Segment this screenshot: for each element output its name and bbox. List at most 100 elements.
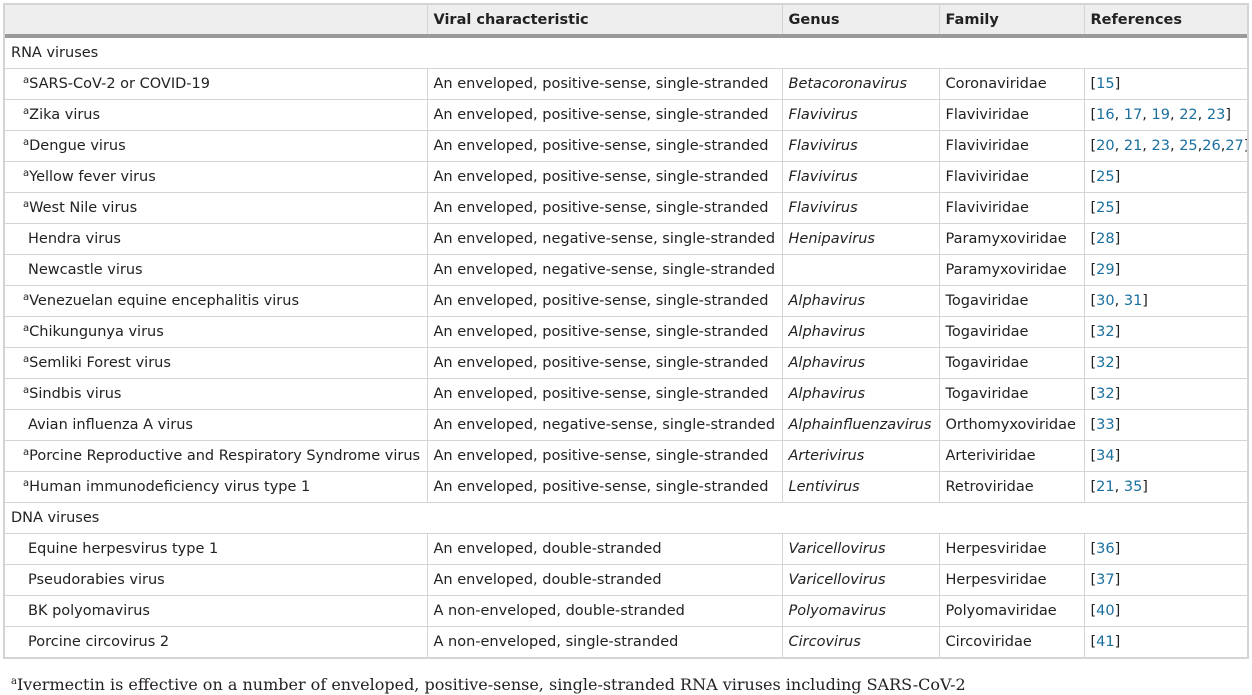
virus-name: Yellow fever virus [29, 169, 156, 185]
viral-characteristic-cell: An enveloped, negative-sense, single-str… [426, 409, 782, 441]
virus-table: Viral characteristic Genus Family Refere… [5, 5, 1247, 657]
family-cell: Circoviridae [938, 626, 1084, 657]
family-cell: Paramyxoviridae [938, 223, 1084, 255]
viral-characteristic-cell: A non-enveloped, single-stranded [426, 626, 782, 657]
viral-characteristic-cell: An enveloped, positive-sense, single-str… [426, 316, 782, 348]
references-cell: [28] [1083, 223, 1247, 255]
header-genus: Genus [781, 5, 939, 38]
table-row: aZika virus An enveloped, positive-sense,… [5, 99, 1247, 131]
reference-link[interactable]: 21 [1096, 479, 1114, 495]
reference-link[interactable]: 40 [1096, 603, 1114, 619]
virus-name-cell: aWest Nile virus [5, 192, 427, 224]
viral-characteristic-cell: An enveloped, double-stranded [426, 564, 782, 596]
family-cell: Flaviviridae [938, 161, 1084, 193]
genus-cell: Flavivirus [781, 130, 939, 162]
reference-link[interactable]: 33 [1096, 417, 1114, 433]
table-row: Avian influenza A virus An enveloped, neg… [5, 409, 1247, 441]
viral-characteristic-cell: An enveloped, positive-sense, single-str… [426, 99, 782, 131]
family-cell: Togaviridae [938, 347, 1084, 379]
reference-link[interactable]: 35 [1124, 479, 1142, 495]
reference-link[interactable]: 22 [1179, 107, 1197, 123]
viral-characteristic-cell: An enveloped, positive-sense, single-str… [426, 130, 782, 162]
reference-link[interactable]: 34 [1096, 448, 1114, 464]
virus-name: SARS-CoV-2 or COVID-19 [29, 76, 210, 92]
reference-link[interactable]: 17 [1124, 107, 1142, 123]
table-row: Pseudorabies virus An enveloped, double-s… [5, 564, 1247, 596]
table-row: aWest Nile virus An enveloped, positive-s… [5, 192, 1247, 224]
virus-name: Porcine circovirus 2 [28, 634, 170, 650]
genus-cell: Lentivirus [781, 471, 939, 503]
reference-link[interactable]: 16 [1096, 107, 1114, 123]
reference-link[interactable]: 15 [1096, 76, 1114, 92]
virus-name: Avian influenza A virus [28, 417, 193, 433]
section-row: DNA viruses [5, 502, 1247, 534]
references-cell: [37] [1083, 564, 1247, 596]
reference-link[interactable]: 41 [1096, 634, 1114, 650]
family-cell: Flaviviridae [938, 130, 1084, 162]
genus-cell: Polyomavirus [781, 595, 939, 627]
reference-link[interactable]: 20 [1096, 138, 1114, 154]
family-cell: Retroviridae [938, 471, 1084, 503]
reference-link[interactable]: 29 [1096, 262, 1114, 278]
reference-link[interactable]: 28 [1096, 231, 1114, 247]
references-cell: [40] [1083, 595, 1247, 627]
reference-link[interactable]: 19 [1152, 107, 1170, 123]
reference-link[interactable]: 21 [1124, 138, 1142, 154]
reference-link[interactable]: 25 [1096, 169, 1114, 185]
reference-link[interactable]: 32 [1096, 324, 1114, 340]
virus-name-cell: aPorcine Reproductive and Respiratory Sy… [5, 440, 427, 472]
virus-name-cell: aDengue virus [5, 130, 427, 162]
genus-cell: Alphavirus [781, 285, 939, 317]
reference-link[interactable]: 37 [1096, 572, 1114, 588]
reference-link[interactable]: 32 [1096, 386, 1114, 402]
reference-link[interactable]: 23 [1207, 107, 1225, 123]
genus-cell: Alphainfluenzavirus [781, 409, 939, 441]
genus-cell: Varicellovirus [781, 533, 939, 565]
reference-link[interactable]: 30 [1096, 293, 1114, 309]
references-cell: [20, 21, 23, 25,26,27] [1083, 130, 1247, 162]
reference-link[interactable]: 27 [1225, 138, 1243, 154]
virus-name-cell: aZika virus [5, 99, 427, 131]
genus-cell: Varicellovirus [781, 564, 939, 596]
virus-name-cell: Equine herpesvirus type 1 [5, 533, 427, 565]
references-cell: [32] [1083, 378, 1247, 410]
genus-cell: Circovirus [781, 626, 939, 657]
genus-cell: Arterivirus [781, 440, 939, 472]
virus-name: Zika virus [29, 107, 101, 123]
genus-cell: Betacoronavirus [781, 68, 939, 100]
table-row: Equine herpesvirus type 1 An enveloped, d… [5, 533, 1247, 565]
reference-link[interactable]: 26 [1202, 138, 1220, 154]
virus-name-cell: aSemliki Forest virus [5, 347, 427, 379]
viral-characteristic-cell: An enveloped, positive-sense, single-str… [426, 68, 782, 100]
reference-link[interactable]: 32 [1096, 355, 1114, 371]
genus-cell: Alphavirus [781, 347, 939, 379]
virus-name-cell: BK polyomavirus [5, 595, 427, 627]
virus-table-container: Viral characteristic Genus Family Refere… [3, 3, 1249, 659]
viral-characteristic-cell: An enveloped, positive-sense, single-str… [426, 347, 782, 379]
reference-link[interactable]: 31 [1124, 293, 1142, 309]
viral-characteristic-cell: A non-enveloped, double-stranded [426, 595, 782, 627]
reference-link[interactable]: 23 [1152, 138, 1170, 154]
virus-name-cell: Porcine circovirus 2 [5, 626, 427, 657]
references-cell: [29] [1083, 254, 1247, 286]
references-cell: [21, 35] [1083, 471, 1247, 503]
family-cell: Polyomaviridae [938, 595, 1084, 627]
reference-link[interactable]: 36 [1096, 541, 1114, 557]
viral-characteristic-cell: An enveloped, positive-sense, single-str… [426, 440, 782, 472]
reference-link[interactable]: 25 [1096, 200, 1114, 216]
virus-name: BK polyomavirus [28, 603, 150, 619]
genus-cell: Flavivirus [781, 192, 939, 224]
virus-name: Dengue virus [29, 138, 126, 154]
footnote-text: Ivermectin is effective on a number of e… [16, 675, 966, 694]
family-cell: Orthomyxoviridae [938, 409, 1084, 441]
viral-characteristic-cell: An enveloped, negative-sense, single-str… [426, 223, 782, 255]
reference-link[interactable]: 25 [1179, 138, 1197, 154]
table-footnote: aIvermectin is effective on a number of … [11, 675, 966, 694]
header-references: References [1083, 5, 1247, 38]
table-row: aVenezuelan equine encephalitis virus An … [5, 285, 1247, 317]
viral-characteristic-cell: An enveloped, positive-sense, single-str… [426, 285, 782, 317]
header-virus [5, 5, 427, 38]
header-family: Family [938, 5, 1084, 38]
references-cell: [33] [1083, 409, 1247, 441]
section-title: DNA viruses [5, 502, 1247, 534]
